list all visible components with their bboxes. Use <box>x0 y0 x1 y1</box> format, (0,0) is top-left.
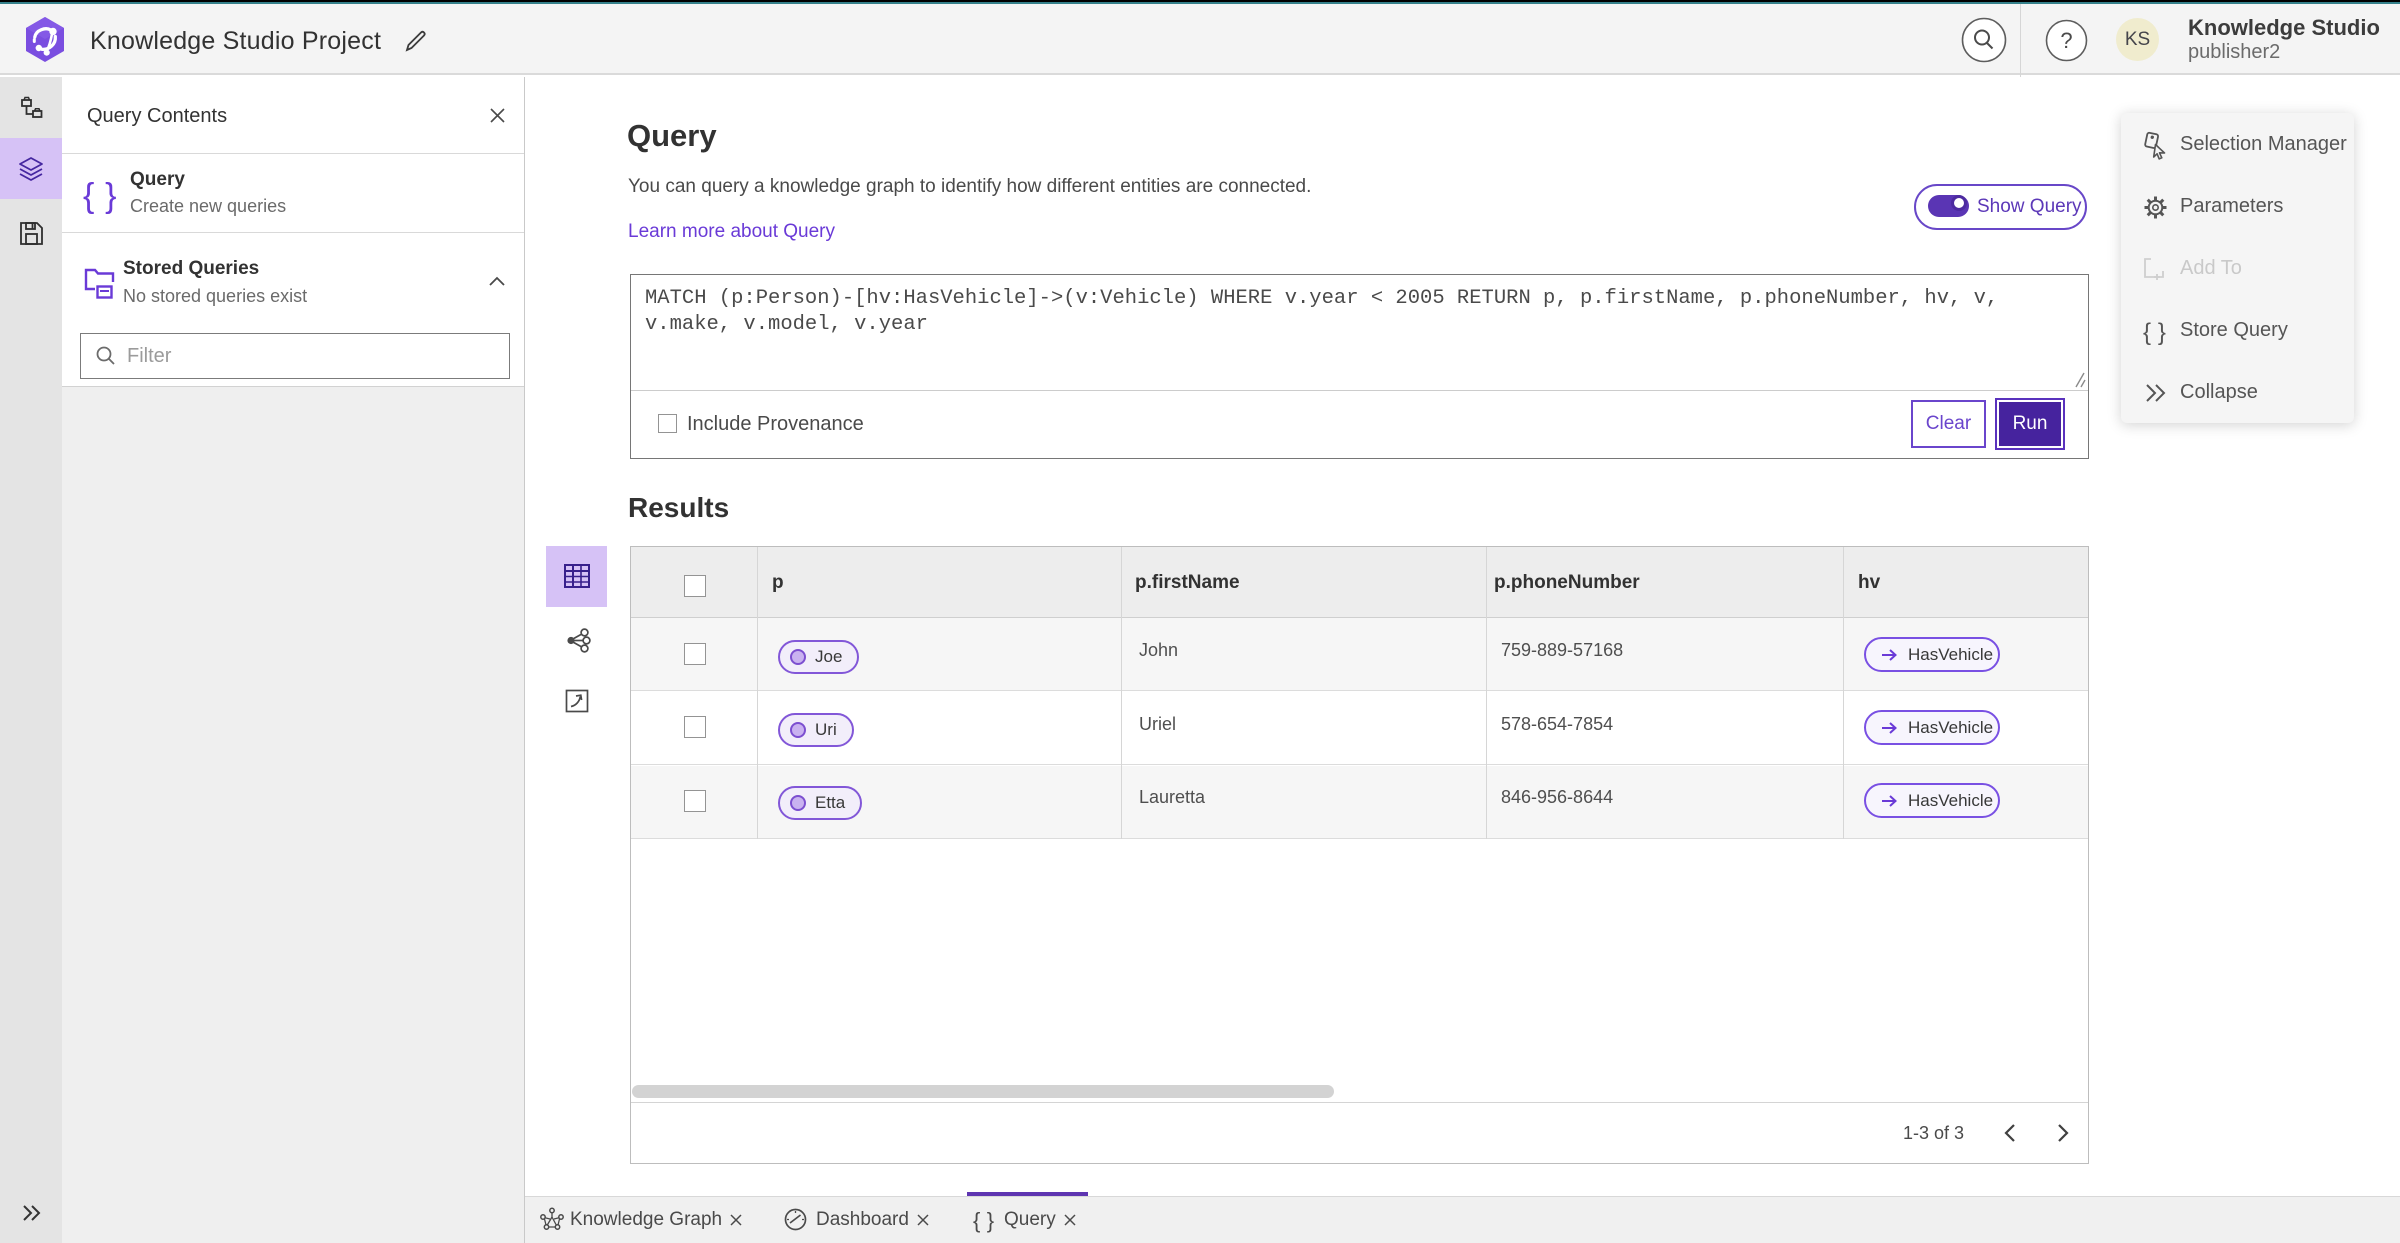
svg-text:?: ? <box>2060 28 2072 53</box>
